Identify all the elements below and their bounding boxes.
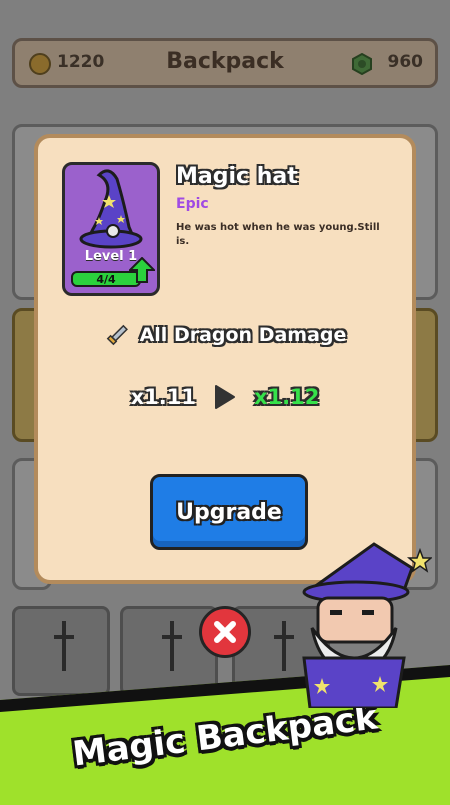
current-multiplier: x1.11 [130, 385, 196, 409]
upgrade-button[interactable]: Upgrade [150, 474, 308, 550]
sword-icon [106, 324, 128, 346]
item-name: Magic hat [176, 164, 298, 189]
wizard-hat-icon [79, 169, 143, 249]
level-up-arrow-icon [129, 257, 155, 283]
upgrade-button-label: Upgrade [176, 499, 282, 525]
close-icon [214, 621, 236, 643]
item-rarity: Epic [176, 196, 209, 212]
item-card: Level 1 4/4 [62, 162, 160, 296]
next-multiplier: x1.12 [254, 385, 320, 409]
gem-icon [352, 53, 372, 75]
wizard-character [302, 542, 432, 708]
top-bar: 1220 Backpack 960 [12, 38, 438, 88]
item-upgrade-dialog: Level 1 4/4 Magic hat Epic He was hot wh… [34, 134, 416, 584]
arrow-right-icon [215, 385, 235, 409]
multiplier-row: x1.11 x1.12 [38, 384, 412, 410]
item-description: He was hot when he was young.Still is. [176, 222, 380, 247]
stat-row: All Dragon Damage [38, 322, 412, 348]
gem-amount: 960 [387, 52, 424, 72]
close-button[interactable] [199, 606, 251, 658]
stat-label: All Dragon Damage [139, 324, 347, 346]
